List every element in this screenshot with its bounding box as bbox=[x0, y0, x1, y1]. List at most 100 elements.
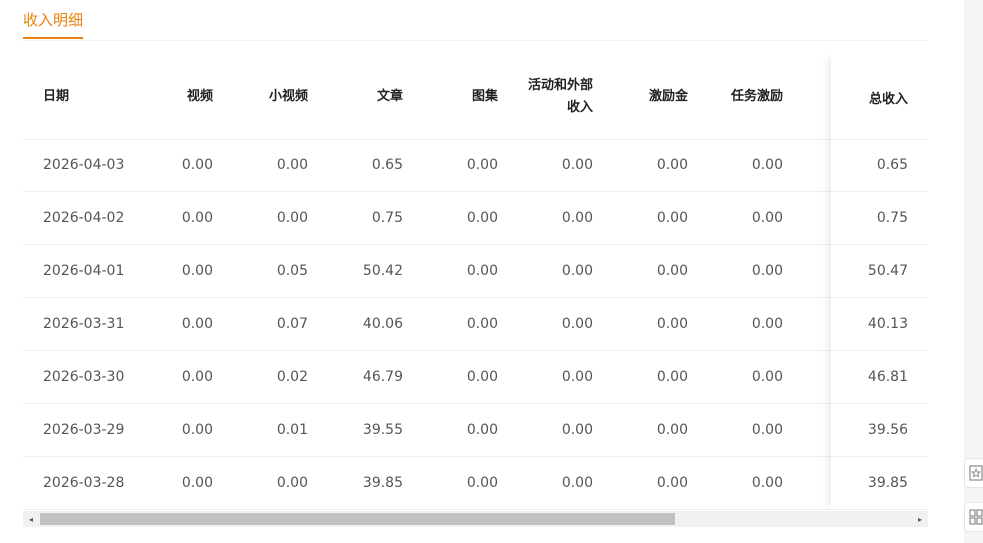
header-total[interactable]: 总收入 bbox=[832, 55, 908, 139]
cell-activity-external: 0.00 bbox=[561, 422, 593, 438]
header-article[interactable]: 文章 bbox=[313, 55, 403, 139]
cell-incentive: 0.00 bbox=[656, 369, 688, 385]
header-incentive[interactable]: 激励金 bbox=[598, 55, 688, 139]
income-table: 日期 视频 小视频 文章 图集 活动和外部 收入 激励金 任务激励 2026-0… bbox=[23, 55, 928, 510]
cell-incentive: 0.00 bbox=[656, 316, 688, 332]
cell-incentive: 0.00 bbox=[656, 263, 688, 279]
header-mini-video[interactable]: 小视频 bbox=[218, 55, 308, 139]
cell-total: 39.56 bbox=[867, 422, 908, 438]
cell-activity-external: 0.00 bbox=[561, 369, 593, 385]
header-activity-line1: 活动和外部 bbox=[527, 78, 593, 93]
cell-incentive: 0.00 bbox=[656, 475, 688, 491]
cell-task-incentive: 0.00 bbox=[751, 369, 783, 385]
cell-article: 46.79 bbox=[362, 369, 403, 385]
cell-article: 0.75 bbox=[371, 210, 403, 226]
cell-video: 0.00 bbox=[181, 369, 213, 385]
cell-mini-video: 0.00 bbox=[276, 210, 308, 226]
cell-mini-video: 0.00 bbox=[276, 157, 308, 173]
cell-incentive: 0.00 bbox=[656, 157, 688, 173]
cell-total: 40.13 bbox=[867, 316, 908, 332]
cell-task-incentive: 0.00 bbox=[751, 157, 783, 173]
cell-mini-video: 0.00 bbox=[276, 475, 308, 491]
cell-total: 50.47 bbox=[867, 263, 908, 279]
cell-article: 39.85 bbox=[362, 475, 403, 491]
table-header-row: 日期 视频 小视频 文章 图集 活动和外部 收入 激励金 任务激励 bbox=[23, 55, 928, 140]
fixed-total-column: 总收入 0.65 0.75 50.47 40.13 46.81 39.56 39.85 bbox=[832, 55, 928, 510]
cell-gallery: 0.00 bbox=[466, 157, 498, 173]
tab-income-detail[interactable]: 收入明细 bbox=[23, 10, 84, 39]
cell-incentive: 0.00 bbox=[656, 422, 688, 438]
cell-gallery: 0.00 bbox=[466, 316, 498, 332]
cell-total: 46.81 bbox=[867, 369, 908, 385]
cell-gallery: 0.00 bbox=[466, 475, 498, 491]
page: 收入明细 日期 视频 小视频 文章 图集 活动和外部 收入 激励金 任务激励 2… bbox=[0, 0, 983, 543]
cell-activity-external: 0.00 bbox=[561, 157, 593, 173]
cell-gallery: 0.00 bbox=[466, 422, 498, 438]
cell-task-incentive: 0.00 bbox=[751, 316, 783, 332]
scroll-right-icon[interactable]: ▸ bbox=[912, 511, 928, 527]
cell-total: 0.65 bbox=[876, 157, 908, 173]
cell-video: 0.00 bbox=[181, 263, 213, 279]
cell-video: 0.00 bbox=[181, 316, 213, 332]
table-row: 2026-04-03 0.00 0.00 0.65 0.00 0.00 0.00 0.00 bbox=[23, 139, 928, 192]
cell-mini-video: 0.01 bbox=[276, 422, 308, 438]
cell-activity-external: 0.00 bbox=[561, 210, 593, 226]
cell-date: 2026-04-01 bbox=[43, 263, 125, 279]
table-row: 2026-04-02 0.00 0.00 0.75 0.00 0.00 0.00 0.00 bbox=[23, 192, 928, 245]
cell-task-incentive: 0.00 bbox=[751, 475, 783, 491]
cell-mini-video: 0.02 bbox=[276, 369, 308, 385]
cell-date: 2026-03-29 bbox=[43, 422, 125, 438]
cell-activity-external: 0.00 bbox=[561, 475, 593, 491]
cell-date: 2026-03-28 bbox=[43, 475, 125, 491]
total-row: 40.13 bbox=[832, 298, 928, 351]
grid-icon[interactable] bbox=[964, 502, 983, 532]
cell-date: 2026-03-30 bbox=[43, 369, 125, 385]
cell-activity-external: 0.00 bbox=[561, 316, 593, 332]
table-row: 2026-03-28 0.00 0.00 39.85 0.00 0.00 0.00 0.00 bbox=[23, 457, 928, 510]
cell-activity-external: 0.00 bbox=[561, 263, 593, 279]
scroll-left-icon[interactable]: ◂ bbox=[23, 511, 39, 527]
cell-task-incentive: 0.00 bbox=[751, 263, 783, 279]
table-row: 2026-03-31 0.00 0.07 40.06 0.00 0.00 0.00 0.00 bbox=[23, 298, 928, 351]
cell-mini-video: 0.07 bbox=[276, 316, 308, 332]
cell-article: 0.65 bbox=[371, 157, 403, 173]
total-header-cell: 总收入 bbox=[832, 55, 928, 140]
scrollbar-thumb[interactable] bbox=[40, 513, 675, 525]
header-gallery[interactable]: 图集 bbox=[408, 55, 498, 139]
header-date[interactable]: 日期 bbox=[43, 55, 133, 139]
total-row: 46.81 bbox=[832, 351, 928, 404]
cell-total: 39.85 bbox=[867, 475, 908, 491]
total-row: 50.47 bbox=[832, 245, 928, 298]
star-doc-icon[interactable] bbox=[964, 458, 983, 488]
total-row: 0.65 bbox=[832, 139, 928, 192]
cell-video: 0.00 bbox=[181, 475, 213, 491]
cell-article: 50.42 bbox=[362, 263, 403, 279]
table-row: 2026-03-29 0.00 0.01 39.55 0.00 0.00 0.00 0.00 bbox=[23, 404, 928, 457]
cell-video: 0.00 bbox=[181, 210, 213, 226]
header-video[interactable]: 视频 bbox=[123, 55, 213, 139]
total-row: 39.85 bbox=[832, 457, 928, 510]
header-activity-line2: 收入 bbox=[566, 100, 593, 115]
cell-date: 2026-03-31 bbox=[43, 316, 125, 332]
table-row: 2026-03-30 0.00 0.02 46.79 0.00 0.00 0.00 0.00 bbox=[23, 351, 928, 404]
cell-mini-video: 0.05 bbox=[276, 263, 308, 279]
cell-date: 2026-04-03 bbox=[43, 157, 125, 173]
header-task-incentive[interactable]: 任务激励 bbox=[693, 55, 783, 139]
total-row: 0.75 bbox=[832, 192, 928, 245]
tab-bar: 收入明细 bbox=[23, 0, 928, 41]
cell-gallery: 0.00 bbox=[466, 263, 498, 279]
horizontal-scrollbar[interactable]: ◂ ▸ bbox=[23, 511, 928, 527]
table-row: 2026-04-01 0.00 0.05 50.42 0.00 0.00 0.00 0.00 bbox=[23, 245, 928, 298]
total-row: 39.56 bbox=[832, 404, 928, 457]
cell-article: 40.06 bbox=[362, 316, 403, 332]
cell-gallery: 0.00 bbox=[466, 210, 498, 226]
cell-video: 0.00 bbox=[181, 422, 213, 438]
cell-video: 0.00 bbox=[181, 157, 213, 173]
cell-gallery: 0.00 bbox=[466, 369, 498, 385]
cell-article: 39.55 bbox=[362, 422, 403, 438]
cell-incentive: 0.00 bbox=[656, 210, 688, 226]
cell-task-incentive: 0.00 bbox=[751, 422, 783, 438]
cell-date: 2026-04-02 bbox=[43, 210, 125, 226]
cell-total: 0.75 bbox=[876, 210, 908, 226]
header-activity-external[interactable]: 活动和外部 收入 bbox=[503, 55, 593, 139]
